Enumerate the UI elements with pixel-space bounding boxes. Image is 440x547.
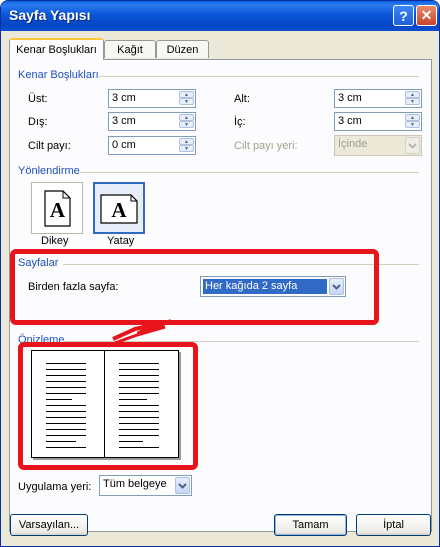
- gutter-label: Cilt payı:: [28, 140, 71, 152]
- spinner[interactable]: ▲ ▼: [405, 91, 420, 106]
- landscape-option[interactable]: A: [93, 182, 145, 234]
- outside-margin-input[interactable]: 3 cm ▲ ▼: [108, 112, 196, 131]
- spinner[interactable]: ▲ ▼: [179, 91, 194, 106]
- default-button[interactable]: Varsayılan...: [10, 514, 88, 536]
- highlight-connector: [112, 319, 172, 345]
- button-label: Tamam: [292, 519, 329, 531]
- gutter-position-label: Cilt payı yeri:: [234, 140, 298, 152]
- orientation-glyph: A: [111, 198, 127, 222]
- preview-highlight-box: [18, 342, 198, 470]
- top-margin-input[interactable]: 3 cm ▲ ▼: [108, 89, 196, 108]
- tab-label: Düzen: [166, 43, 199, 56]
- spin-down-icon[interactable]: ▼: [405, 121, 420, 128]
- apply-to-label: Uygulama yeri:: [18, 481, 92, 493]
- section-divider: [99, 76, 419, 77]
- gutter-input[interactable]: 0 cm ▲ ▼: [108, 136, 196, 155]
- spin-down-icon[interactable]: ▼: [179, 121, 194, 128]
- gutter-position-select: İçinde: [334, 135, 422, 156]
- inside-margin-input[interactable]: 3 cm ▲ ▼: [334, 112, 422, 131]
- cancel-button[interactable]: İptal: [356, 514, 431, 536]
- section-divider: [79, 172, 419, 173]
- outside-label: Dış:: [28, 116, 48, 128]
- outside-margin-value: 3 cm: [112, 115, 136, 127]
- top-label: Üst:: [28, 93, 48, 105]
- inside-label: İç:: [234, 116, 246, 128]
- chevron-down-icon[interactable]: [175, 477, 190, 494]
- tab-label: Kenar Boşlukları: [16, 44, 97, 56]
- spin-up-icon[interactable]: ▲: [179, 114, 194, 121]
- help-button[interactable]: ?: [393, 5, 414, 26]
- help-icon: ?: [399, 7, 408, 24]
- landscape-label: Yatay: [107, 235, 135, 247]
- chevron-down-icon: [405, 137, 420, 154]
- tab-label: Kağıt: [117, 43, 143, 56]
- gutter-position-value: İçinde: [338, 138, 368, 150]
- pages-highlight-box: [10, 249, 379, 325]
- button-label: Varsayılan...: [18, 519, 80, 531]
- margins-section-title: Kenar Boşlukları: [18, 69, 99, 81]
- portrait-label: Dikey: [41, 235, 69, 247]
- inside-margin-value: 3 cm: [338, 115, 362, 127]
- spin-down-icon[interactable]: ▼: [405, 98, 420, 105]
- tab-layout[interactable]: Düzen: [156, 40, 209, 58]
- bottom-label: Alt:: [234, 93, 250, 105]
- tab-margins[interactable]: Kenar Boşlukları: [9, 38, 104, 60]
- orientation-glyph: A: [50, 198, 66, 222]
- gutter-value: 0 cm: [112, 139, 136, 151]
- apply-to-value: Tüm belgeye: [103, 478, 167, 490]
- spin-up-icon[interactable]: ▲: [179, 91, 194, 98]
- spin-up-icon[interactable]: ▲: [179, 138, 194, 145]
- spinner[interactable]: ▲ ▼: [405, 114, 420, 129]
- spin-down-icon[interactable]: ▼: [179, 145, 194, 152]
- landscape-page-icon: A: [100, 194, 138, 224]
- top-margin-value: 3 cm: [112, 92, 136, 104]
- spinner[interactable]: ▲ ▼: [179, 114, 194, 129]
- button-label: İptal: [383, 519, 404, 531]
- dialog-title: Sayfa Yapısı: [9, 7, 91, 23]
- orientation-section-title: Yönlendirme: [18, 165, 80, 177]
- portrait-page-icon: A: [44, 190, 71, 227]
- spinner[interactable]: ▲ ▼: [179, 138, 194, 153]
- spin-up-icon[interactable]: ▲: [405, 91, 420, 98]
- spin-down-icon[interactable]: ▼: [179, 98, 194, 105]
- bottom-margin-input[interactable]: 3 cm ▲ ▼: [334, 89, 422, 108]
- page-setup-dialog: Sayfa Yapısı ? ✕ Kenar Boşlukları Kağıt …: [0, 0, 440, 547]
- ok-button[interactable]: Tamam: [274, 514, 347, 536]
- apply-to-select[interactable]: Tüm belgeye: [99, 475, 192, 496]
- close-icon: ✕: [420, 7, 433, 23]
- close-button[interactable]: ✕: [416, 5, 437, 26]
- portrait-option[interactable]: A: [31, 182, 83, 234]
- bottom-margin-value: 3 cm: [338, 92, 362, 104]
- tab-paper[interactable]: Kağıt: [104, 40, 156, 58]
- title-bar[interactable]: Sayfa Yapısı ? ✕: [1, 1, 439, 31]
- spin-up-icon[interactable]: ▲: [405, 114, 420, 121]
